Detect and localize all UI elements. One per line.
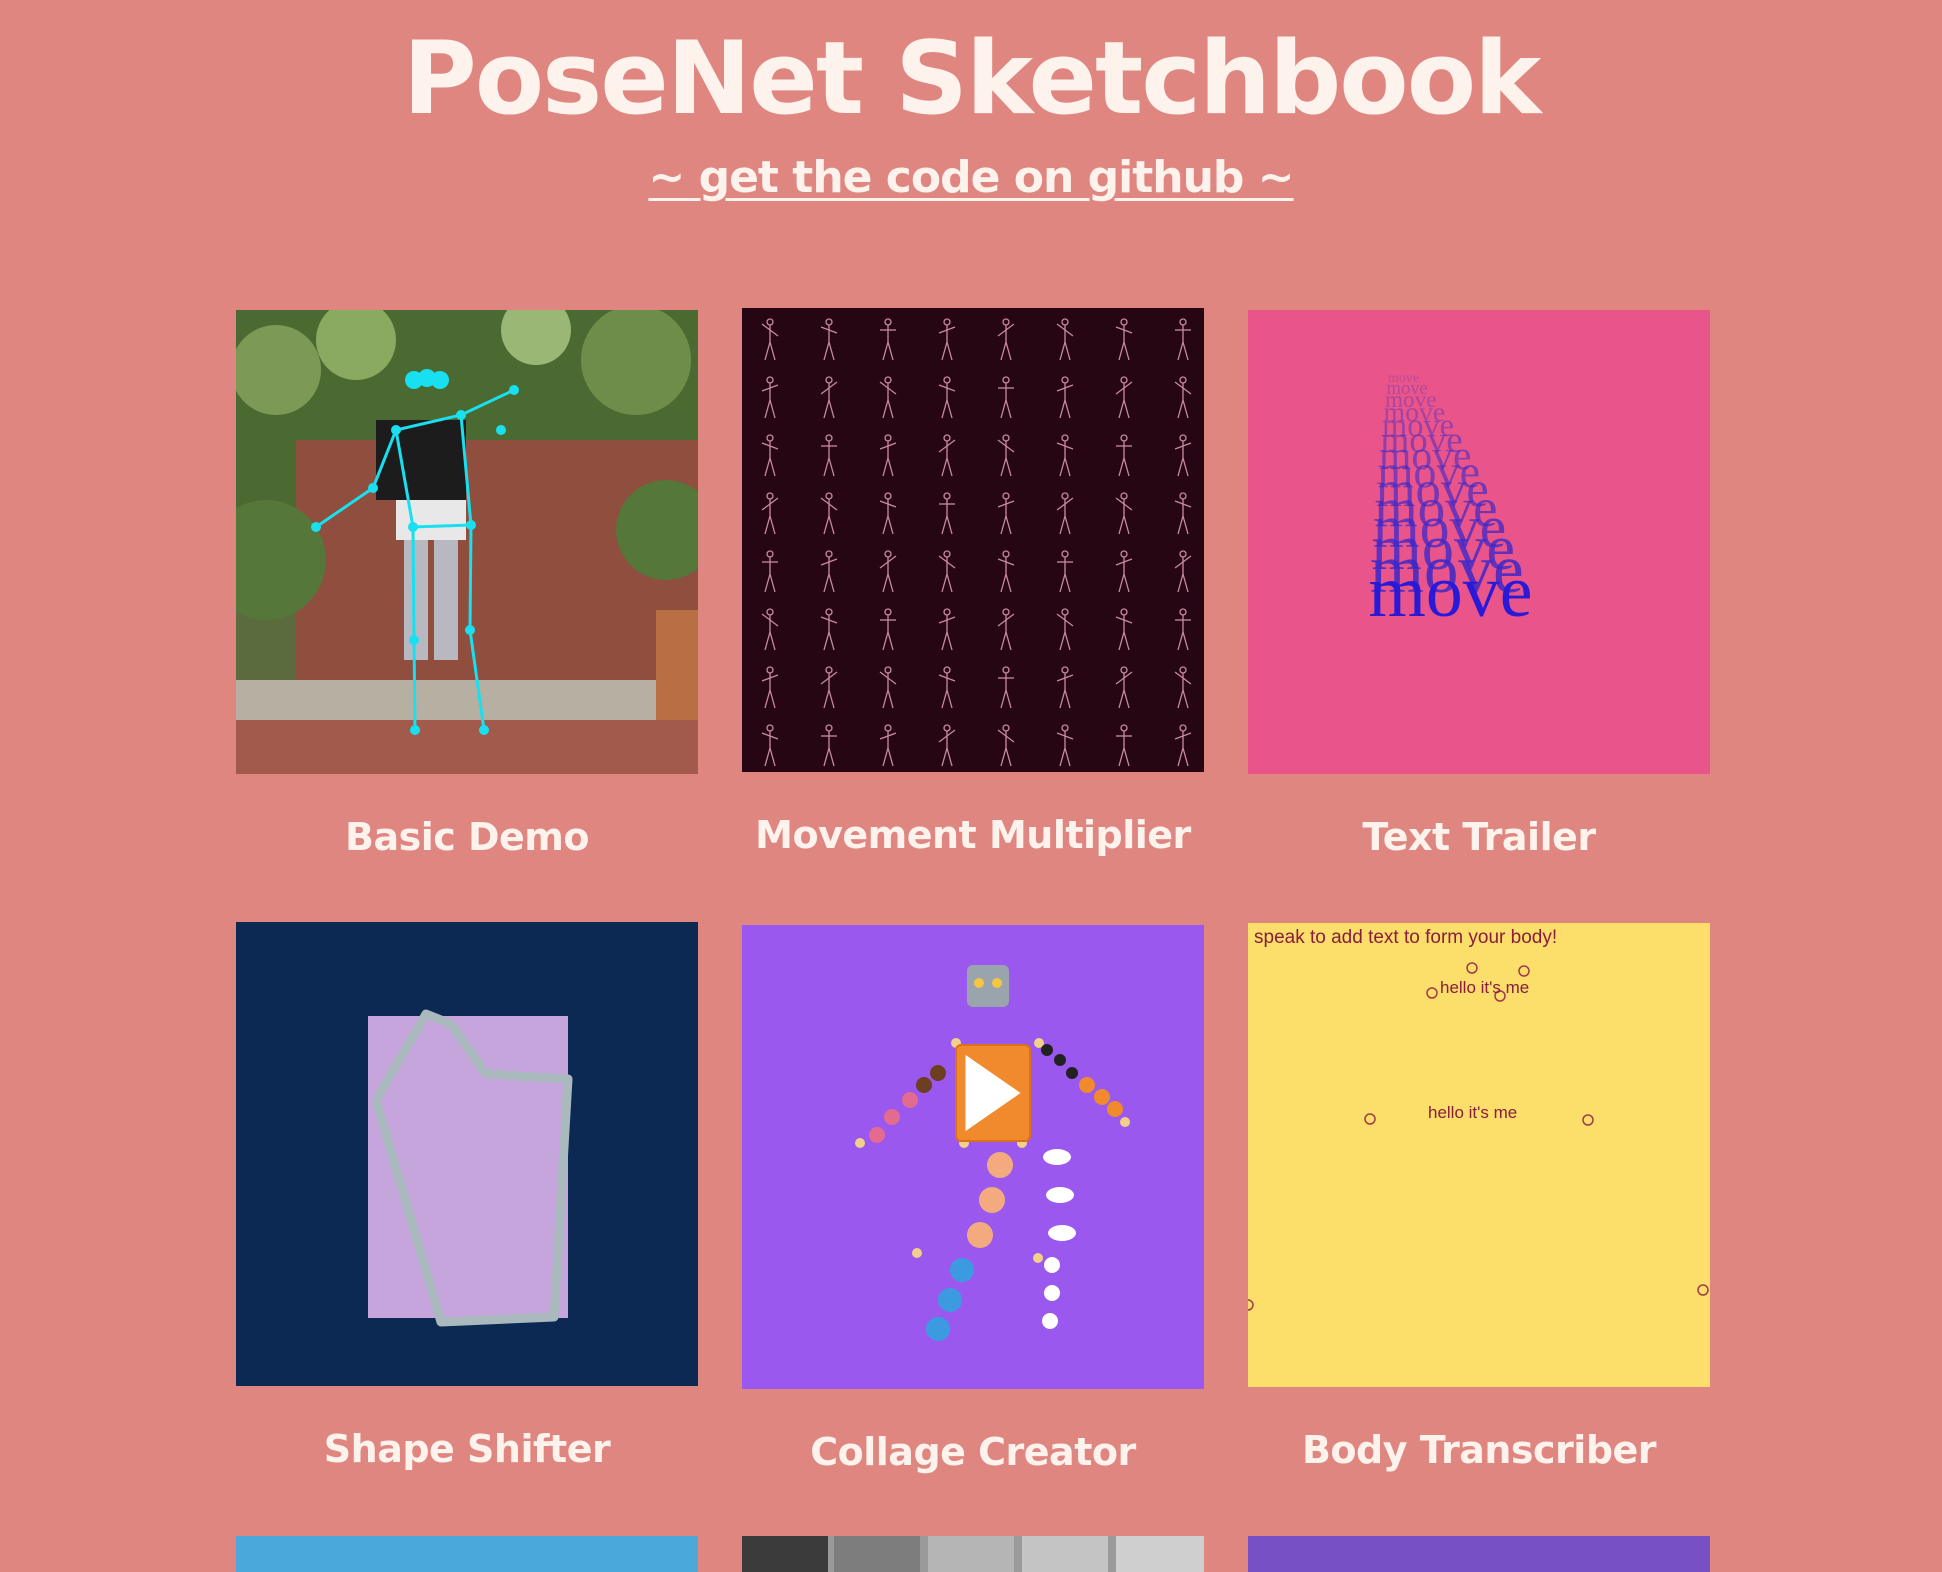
transcribed-word: hello it's me [1440,978,1530,997]
collage-creator-thumbnail[interactable] [742,925,1204,1389]
speak-prompt-text: speak to add text to form your body! [1254,927,1558,948]
project-title[interactable]: Body Transcriber [1248,1428,1710,1472]
project-title[interactable]: Movement Multiplier [742,813,1204,857]
text-trailer-thumbnail[interactable]: move move move move move move move move move move… [1248,310,1710,774]
play-icon [965,1054,1021,1132]
body-transcriber-thumbnail[interactable]: speak to add text to form your body! hel… [1248,923,1710,1387]
play-button[interactable] [955,1044,1031,1142]
movement-multiplier-thumbnail[interactable] [742,308,1204,772]
shape-shifter-thumbnail[interactable] [236,922,698,1386]
transcribed-word: hello it's me [1428,1103,1518,1122]
project-thumbnail[interactable] [742,1536,1204,1572]
project-title[interactable]: Basic Demo [236,815,698,859]
page-title: PoseNet Sketchbook [402,19,1542,137]
basic-demo-thumbnail[interactable] [236,310,698,774]
project-title[interactable]: Collage Creator [742,1430,1204,1474]
project-title[interactable]: Text Trailer [1248,815,1710,859]
svg-text:move: move [1369,550,1533,632]
github-link[interactable]: ~ get the code on github ~ [0,152,1942,203]
project-thumbnail[interactable] [236,1536,698,1572]
project-title[interactable]: Shape Shifter [236,1427,698,1471]
project-thumbnail[interactable] [1248,1536,1710,1572]
